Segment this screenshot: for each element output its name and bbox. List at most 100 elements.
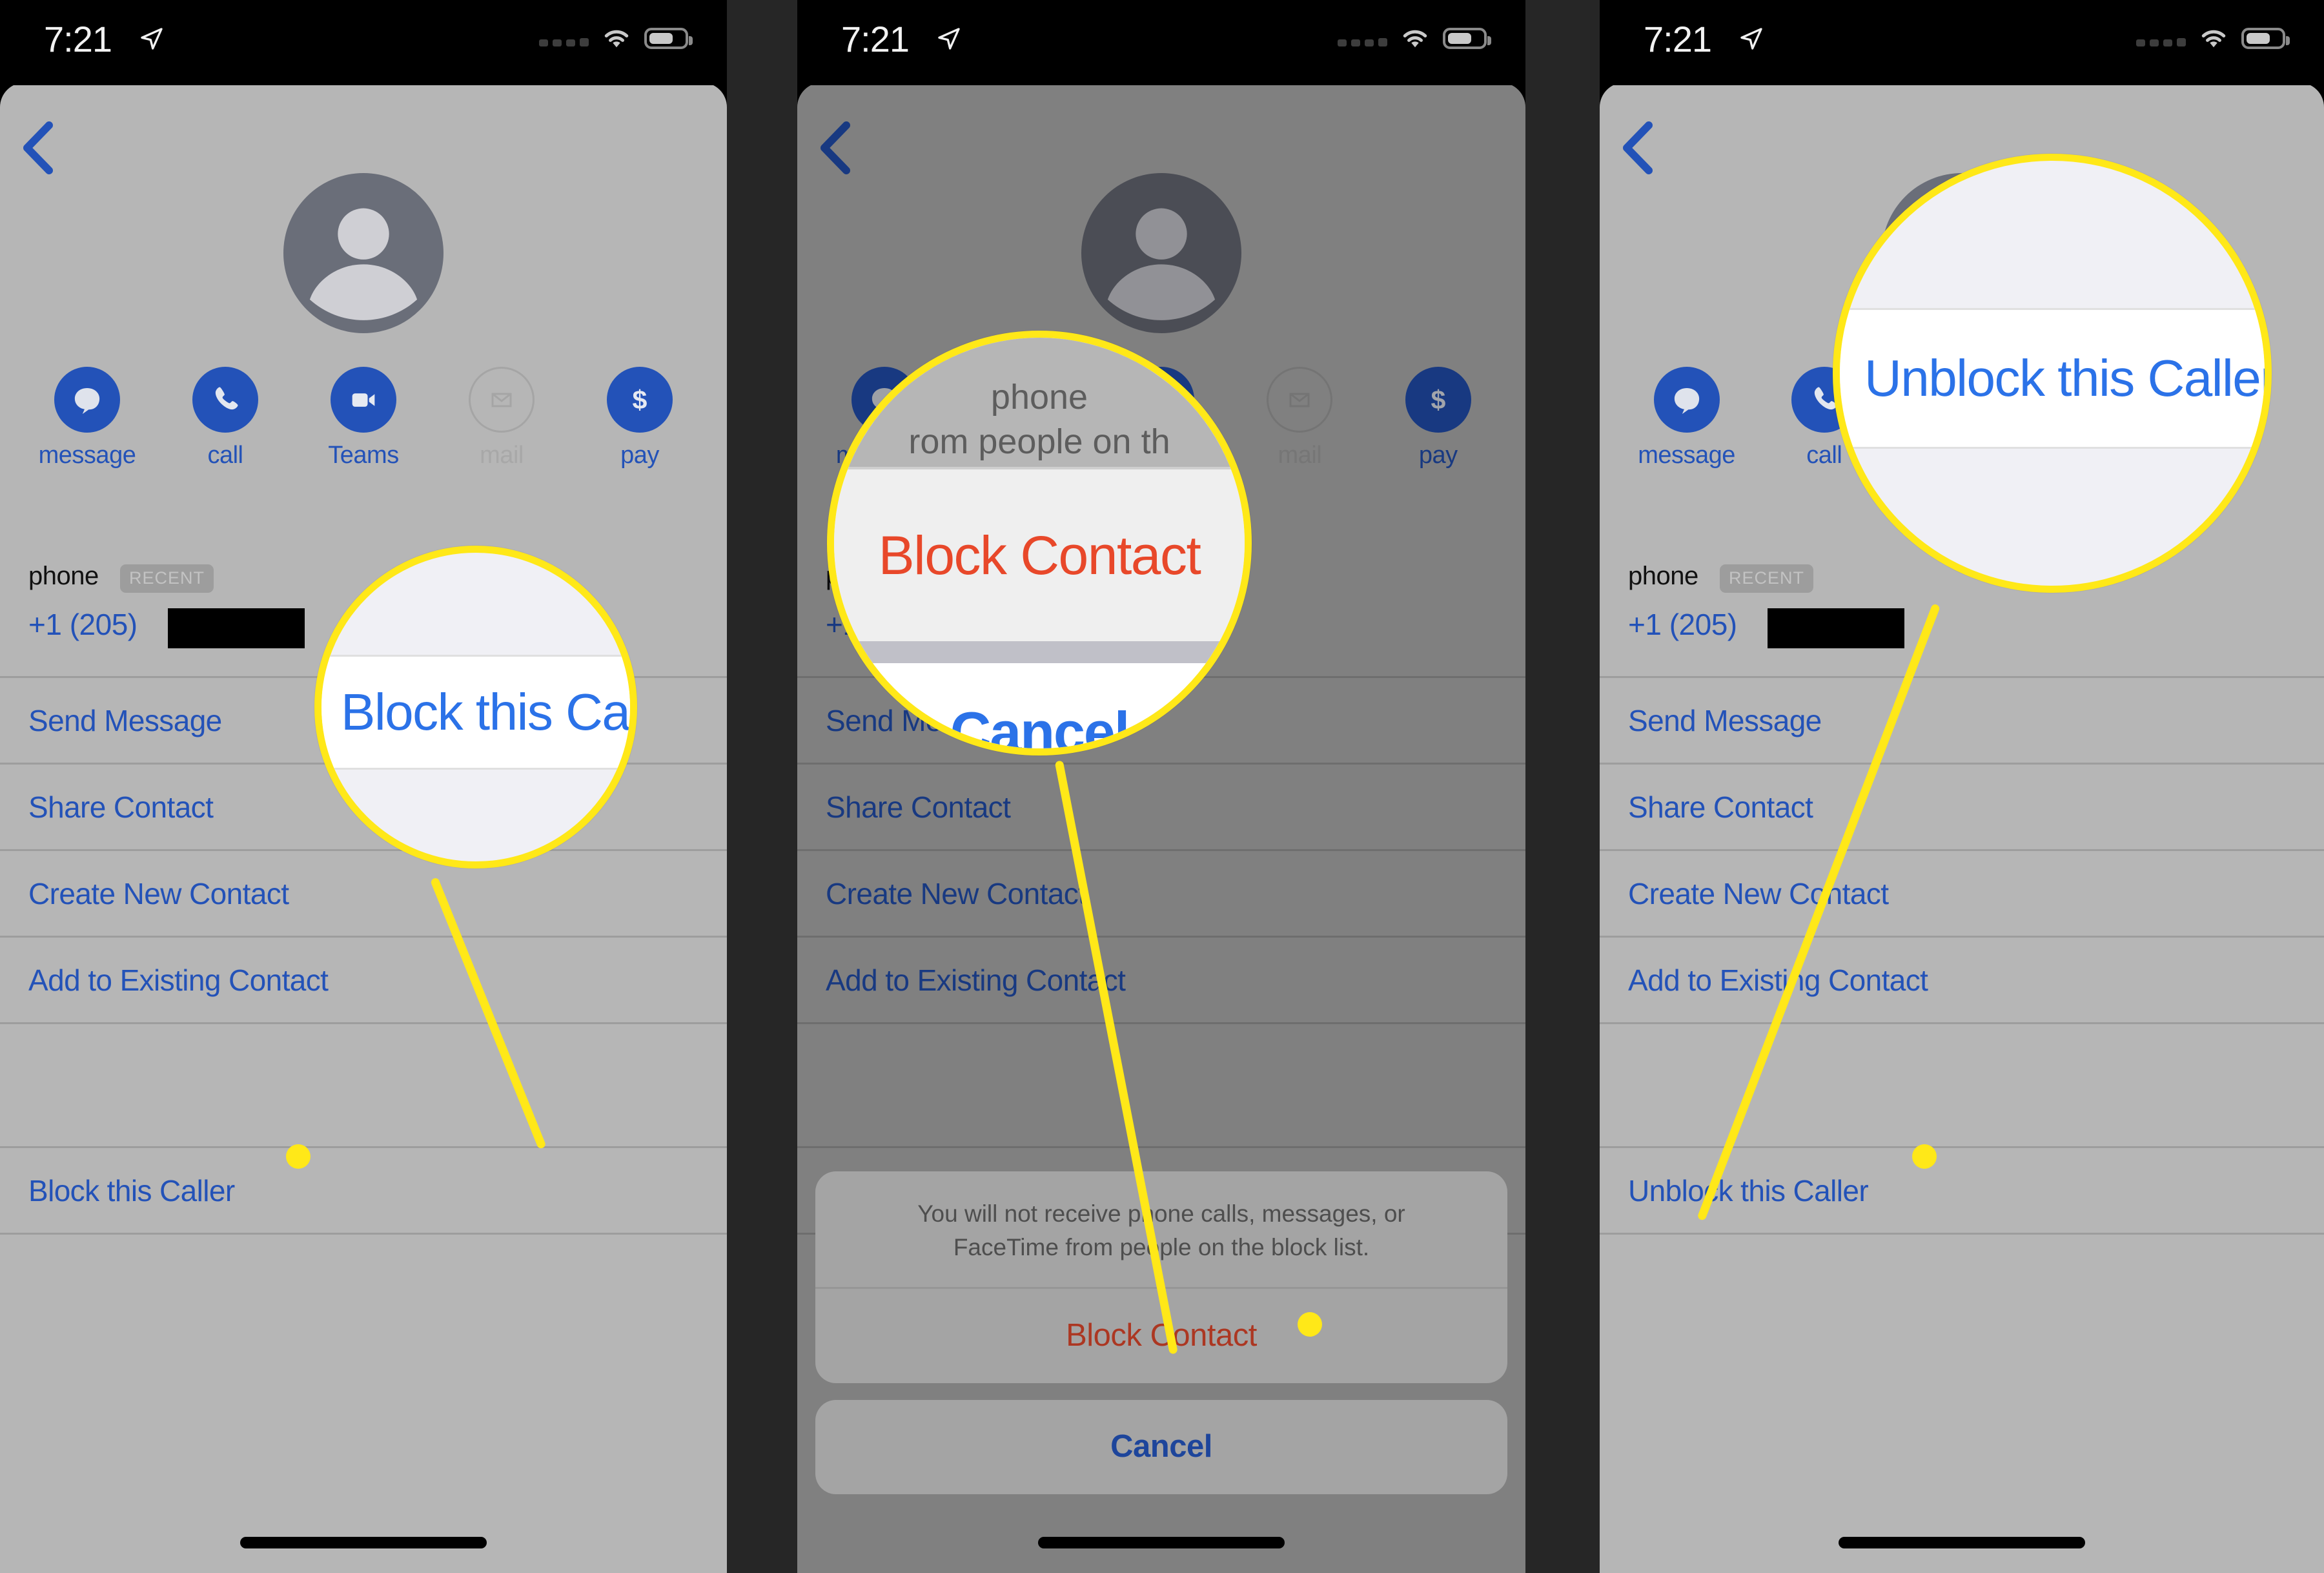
cellular-signal-icon bbox=[2136, 30, 2186, 46]
magnified-sheet-gap bbox=[834, 641, 1245, 663]
svg-text:$: $ bbox=[633, 385, 647, 415]
phone-section-3: phone RECENT +1 (205) bbox=[1600, 555, 2324, 678]
action-label-message: message bbox=[38, 442, 136, 469]
magnified-row-3: Unblock this Caller bbox=[1840, 308, 2265, 449]
row-share-contact[interactable]: Share Contact bbox=[1600, 765, 2324, 851]
action-label-teams: Teams bbox=[328, 442, 399, 469]
status-icons bbox=[2136, 26, 2290, 50]
screenshot-stage: message call Teams mail $ pay phone RECE… bbox=[0, 0, 2324, 1573]
home-indicator bbox=[240, 1537, 487, 1548]
action-label-call: call bbox=[207, 442, 243, 469]
back-chevron-icon[interactable] bbox=[1620, 120, 1654, 176]
contact-card-1: message call Teams mail $ pay phone RECE… bbox=[0, 83, 727, 1573]
magnifier-block-contact: phone rom people on th Block Contact Can… bbox=[827, 331, 1252, 756]
message-bubble-icon bbox=[54, 367, 120, 433]
action-button-call[interactable]: call bbox=[174, 367, 277, 469]
action-button-mail: mail bbox=[450, 367, 553, 469]
row-label: Add to Existing Contact bbox=[1628, 963, 1928, 997]
status-bar-1: 7:21 bbox=[0, 0, 727, 85]
envelope-icon bbox=[469, 367, 535, 433]
callout-anchor-dot-2 bbox=[1298, 1312, 1322, 1337]
message-bubble-icon bbox=[1653, 367, 1720, 433]
magnified-block-contact-button: Block Contact bbox=[834, 467, 1245, 641]
location-arrow-icon bbox=[141, 28, 163, 50]
redaction-block bbox=[1768, 608, 1904, 648]
magnified-label-2: Block Contact bbox=[878, 524, 1201, 586]
phone-panel-2: message call Teams bbox=[797, 0, 1525, 1573]
status-bar-3: 7:21 bbox=[1600, 0, 2324, 85]
magnifier-unblock-this-caller: Unblock this Caller bbox=[1833, 154, 2272, 593]
contact-avatar bbox=[283, 173, 443, 333]
action-button-teams[interactable]: Teams bbox=[312, 367, 415, 469]
panel-gap-1 bbox=[727, 0, 797, 1573]
back-chevron-icon[interactable] bbox=[21, 120, 54, 176]
wifi-icon bbox=[1403, 30, 1427, 48]
redaction-block bbox=[168, 608, 305, 648]
magnified-message-line-b: rom people on th bbox=[908, 422, 1170, 461]
wifi-icon bbox=[2201, 30, 2226, 48]
magnified-sheet-message: phone rom people on th bbox=[834, 338, 1245, 467]
block-action-sheet: You will not receive phone calls, messag… bbox=[815, 1171, 1507, 1494]
dollar-sign-icon: $ bbox=[607, 367, 673, 433]
row-label: Share Contact bbox=[28, 790, 214, 824]
row-add-to-existing-contact[interactable]: Add to Existing Contact bbox=[0, 938, 727, 1024]
status-icons bbox=[1338, 26, 1491, 50]
status-time: 7:21 bbox=[44, 19, 112, 59]
action-label-mail: mail bbox=[480, 442, 524, 469]
row-label: Create New Contact bbox=[28, 876, 289, 910]
home-indicator bbox=[1839, 1537, 2085, 1548]
row-label: Unblock this Caller bbox=[1628, 1173, 1869, 1208]
status-bar-2: 7:21 bbox=[797, 0, 1525, 85]
row-label: Send Message bbox=[1628, 703, 1822, 737]
magnified-cancel-button: Cancel bbox=[834, 663, 1245, 748]
battery-icon bbox=[1443, 27, 1491, 49]
status-time: 7:21 bbox=[841, 19, 910, 59]
row-label: Block this Caller bbox=[28, 1173, 235, 1208]
list-spacer bbox=[0, 1024, 727, 1148]
battery-icon bbox=[644, 27, 693, 49]
video-camera-icon bbox=[331, 367, 396, 433]
row-add-to-existing-contact[interactable]: Add to Existing Contact bbox=[1600, 938, 2324, 1024]
magnified-cancel-label: Cancel bbox=[950, 700, 1130, 756]
phone-number[interactable]: +1 (205) bbox=[28, 607, 138, 642]
row-block-this-caller[interactable]: Block this Caller bbox=[0, 1148, 727, 1235]
panel-gap-2 bbox=[1525, 0, 1600, 1573]
recent-badge: RECENT bbox=[1720, 564, 1814, 593]
wifi-icon bbox=[604, 30, 629, 48]
cancel-button[interactable]: Cancel bbox=[815, 1400, 1507, 1494]
action-label-pay: pay bbox=[620, 442, 659, 469]
location-arrow-icon bbox=[1740, 28, 1762, 50]
list-spacer bbox=[1600, 1024, 2324, 1148]
phone-section-label: phone bbox=[1628, 562, 1698, 590]
contact-action-buttons-1: message call Teams mail $ pay bbox=[0, 367, 727, 483]
row-label: Send Message bbox=[28, 703, 222, 737]
cellular-signal-icon bbox=[539, 30, 589, 46]
action-button-message[interactable]: message bbox=[36, 367, 139, 469]
row-send-message[interactable]: Send Message bbox=[1600, 678, 2324, 765]
row-label: Create New Contact bbox=[1628, 876, 1889, 910]
magnified-label-3: Unblock this Caller bbox=[1864, 349, 2272, 407]
magnified-row-1: Block this Caller bbox=[321, 655, 630, 770]
contact-card-2: message call Teams bbox=[797, 83, 1525, 1573]
row-create-new-contact[interactable]: Create New Contact bbox=[0, 851, 727, 938]
phone-section-label: phone bbox=[28, 562, 99, 590]
action-label-message: message bbox=[1638, 442, 1735, 469]
status-icons bbox=[539, 26, 693, 50]
action-sheet-cancel-group: Cancel bbox=[815, 1400, 1507, 1494]
row-create-new-contact[interactable]: Create New Contact bbox=[1600, 851, 2324, 938]
magnifier-block-this-caller: Block this Caller bbox=[314, 546, 637, 869]
row-label: Share Contact bbox=[1628, 790, 1813, 824]
cellular-signal-icon bbox=[1338, 30, 1387, 46]
action-button-message[interactable]: message bbox=[1635, 367, 1738, 469]
magnified-label-1: Block this Caller bbox=[341, 683, 637, 741]
recent-badge: RECENT bbox=[120, 564, 214, 593]
status-time: 7:21 bbox=[1644, 19, 1712, 59]
row-label: Add to Existing Contact bbox=[28, 963, 329, 997]
callout-anchor-dot-3 bbox=[1912, 1144, 1937, 1169]
callout-anchor-dot-1 bbox=[286, 1144, 311, 1169]
phone-handset-icon bbox=[192, 367, 258, 433]
magnified-message-line-a: phone bbox=[990, 377, 1088, 416]
battery-icon bbox=[2241, 27, 2290, 49]
phone-number[interactable]: +1 (205) bbox=[1628, 607, 1737, 642]
action-button-pay[interactable]: $ pay bbox=[588, 367, 691, 469]
